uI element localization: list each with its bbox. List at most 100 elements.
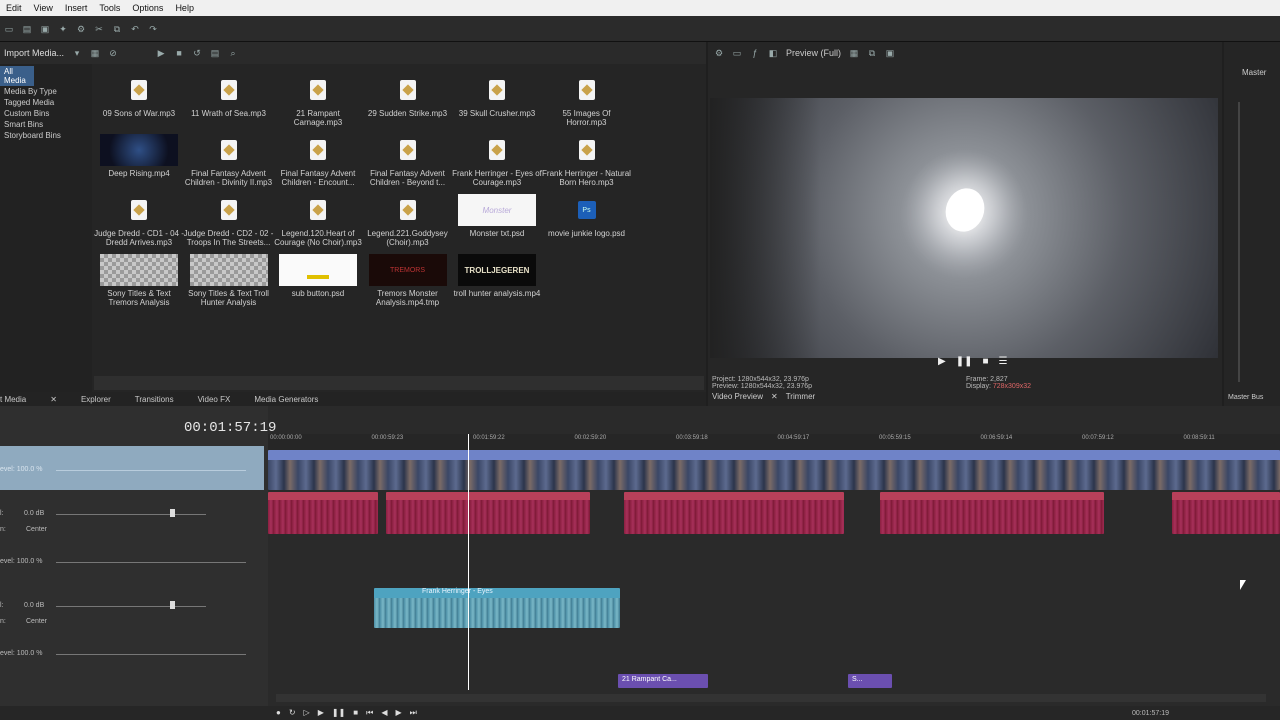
media-item[interactable]: Judge Dredd - CD1 - 04 - Dredd Arrives.m… (94, 194, 184, 247)
import-media-button[interactable]: Import Media... (4, 48, 64, 58)
record-icon[interactable]: ● (276, 708, 281, 718)
level-slider[interactable] (56, 654, 246, 655)
media-item[interactable]: Sony Titles & Text Troll Hunter Analysis (184, 254, 274, 307)
video-track-2-header[interactable]: evel: 100.0 % (0, 542, 264, 586)
media-item[interactable]: Frank Herringer - Natural Born Hero.mp3 (542, 134, 632, 187)
split-screen-icon[interactable]: ◧ (768, 48, 778, 58)
media-item[interactable]: Ps movie junkie logo.psd (542, 194, 632, 238)
video-track-3-header[interactable]: evel: 100.0 % (0, 636, 264, 680)
menu-view[interactable]: View (28, 3, 59, 13)
media-fx-icon[interactable]: ▦ (90, 48, 100, 58)
media-item[interactable]: 21 Rampant Carnage.mp3 (273, 74, 363, 127)
tab-video-fx[interactable]: Video FX (186, 395, 243, 404)
media-item[interactable]: Frank Herringer - Eyes of Courage.mp3 (452, 134, 542, 187)
pause-icon[interactable]: ❚❚ (332, 708, 345, 718)
media-item[interactable]: Legend.221.Goddysey (Choir).mp3 (363, 194, 453, 247)
menu-edit[interactable]: Edit (0, 3, 28, 13)
playhead-cursor[interactable] (468, 434, 469, 690)
tab-trimmer[interactable]: Trimmer (786, 392, 815, 401)
external-monitor-icon[interactable]: ▭ (732, 48, 742, 58)
previous-frame-icon[interactable]: ◀ (381, 708, 387, 718)
play-icon[interactable]: ▶ (318, 708, 324, 718)
media-item[interactable]: 29 Sudden Strike.mp3 (363, 74, 453, 118)
media-item[interactable]: TREMORS Tremors Monster Analysis.mp4.tmp (363, 254, 453, 307)
timeline-horizontal-scrollbar[interactable] (276, 694, 1266, 702)
volume-slider[interactable] (56, 606, 206, 607)
menu-insert[interactable]: Insert (59, 3, 94, 13)
tree-smart-bins[interactable]: Smart Bins (0, 119, 92, 130)
menu-options[interactable]: Options (126, 3, 169, 13)
level-slider[interactable] (56, 470, 246, 471)
play-from-start-icon[interactable]: ▷ (304, 708, 310, 718)
title-event[interactable]: S... (848, 674, 892, 688)
next-frame-icon[interactable]: ▶ (395, 708, 401, 718)
audio-event[interactable] (880, 492, 1104, 534)
audio-event[interactable] (268, 492, 378, 534)
audio-track-1-header[interactable]: l: 0.0 dB n: Center (0, 494, 264, 540)
render-icon[interactable]: ✦ (58, 24, 68, 34)
views-icon[interactable]: ▾ (72, 48, 82, 58)
close-icon[interactable]: ✕ (771, 392, 778, 401)
audio-event[interactable] (386, 492, 590, 534)
stop-icon[interactable]: ■ (353, 708, 358, 718)
view-mode-icon[interactable]: ▤ (210, 48, 220, 58)
remove-icon[interactable]: ⊘ (108, 48, 118, 58)
save-icon[interactable]: ▣ (40, 24, 50, 34)
play-icon[interactable]: ▶ (156, 48, 166, 58)
menu-icon[interactable]: ☰ (999, 356, 1008, 367)
search-icon[interactable]: ⌕ (228, 48, 238, 58)
tree-tagged-media[interactable]: Tagged Media (0, 97, 92, 108)
media-item[interactable]: Final Fantasy Advent Children - Encount.… (273, 134, 363, 187)
volume-knob[interactable] (170, 509, 175, 517)
redo-icon[interactable]: ↷ (148, 24, 158, 34)
close-icon[interactable]: ✕ (38, 395, 69, 404)
save-snapshot-icon[interactable]: ▣ (885, 48, 895, 58)
properties-icon[interactable]: ⚙ (76, 24, 86, 34)
autopreview-icon[interactable]: ↺ (192, 48, 202, 58)
tree-storyboard-bins[interactable]: Storyboard Bins (0, 130, 92, 141)
media-item[interactable]: Legend.120.Heart of Courage (No Choir).m… (273, 194, 363, 247)
media-item[interactable]: Judge Dredd - CD2 - 02 - Troops In The S… (184, 194, 274, 247)
play-icon[interactable]: ▶ (938, 356, 946, 367)
media-item[interactable]: 55 Images Of Horror.mp3 (542, 74, 632, 127)
tab-master-bus[interactable]: Master Bus (1228, 394, 1263, 401)
gear-icon[interactable]: ⚙ (714, 48, 724, 58)
go-to-start-icon[interactable]: ⏮ (366, 708, 373, 718)
tab-explorer[interactable]: Explorer (69, 395, 123, 404)
video-event[interactable] (268, 450, 1280, 490)
go-to-end-icon[interactable]: ⏭ (410, 708, 417, 718)
media-item[interactable]: sub button.psd (273, 254, 363, 298)
media-item[interactable]: Final Fantasy Advent Children - Beyond t… (363, 134, 453, 187)
media-item[interactable]: Deep Rising.mp4 (94, 134, 184, 178)
tab-video-preview[interactable]: Video Preview (712, 392, 763, 401)
audio-track-2-header[interactable]: l: 0.0 dB n: Center (0, 588, 264, 634)
tab-project-media[interactable]: t Media (0, 395, 38, 404)
stop-icon[interactable]: ■ (982, 356, 988, 367)
audio-event[interactable] (1172, 492, 1280, 534)
media-item[interactable]: Sony Titles & Text Tremors Analysis (94, 254, 184, 307)
audio-event[interactable] (624, 492, 844, 534)
undo-icon[interactable]: ↶ (130, 24, 140, 34)
media-item[interactable]: Final Fantasy Advent Children - Divinity… (184, 134, 274, 187)
menu-tools[interactable]: Tools (93, 3, 126, 13)
tree-media-by-type[interactable]: Media By Type (0, 86, 92, 97)
copy-snapshot-icon[interactable]: ⧉ (867, 48, 877, 58)
time-ruler[interactable]: 00:00:00:00 00:00:59:23 00:01:59:22 00:02:5… (268, 434, 1280, 450)
fx-icon[interactable]: ƒ (750, 48, 760, 58)
tree-custom-bins[interactable]: Custom Bins (0, 108, 92, 119)
menu-help[interactable]: Help (169, 3, 200, 13)
overlays-icon[interactable]: ▦ (849, 48, 859, 58)
title-event[interactable]: 21 Rampant Ca... (618, 674, 708, 688)
preview-quality-dropdown[interactable]: Preview (Full) (786, 48, 841, 58)
media-item[interactable]: TROLLJEGEREN troll hunter analysis.mp4 (452, 254, 542, 298)
media-item[interactable]: 11 Wrath of Sea.mp3 (184, 74, 274, 118)
media-item[interactable]: 09 Sons of War.mp3 (94, 74, 184, 118)
tree-all-media[interactable]: All Media (0, 66, 34, 86)
level-slider[interactable] (56, 562, 246, 563)
loop-icon[interactable]: ↻ (289, 708, 296, 718)
video-track-header[interactable]: evel: 100.0 % (0, 446, 264, 490)
open-icon[interactable]: ▤ (22, 24, 32, 34)
media-item[interactable]: Monster Monster txt.psd (452, 194, 542, 238)
tab-transitions[interactable]: Transitions (123, 395, 186, 404)
media-item[interactable]: 39 Skull Crusher.mp3 (452, 74, 542, 118)
